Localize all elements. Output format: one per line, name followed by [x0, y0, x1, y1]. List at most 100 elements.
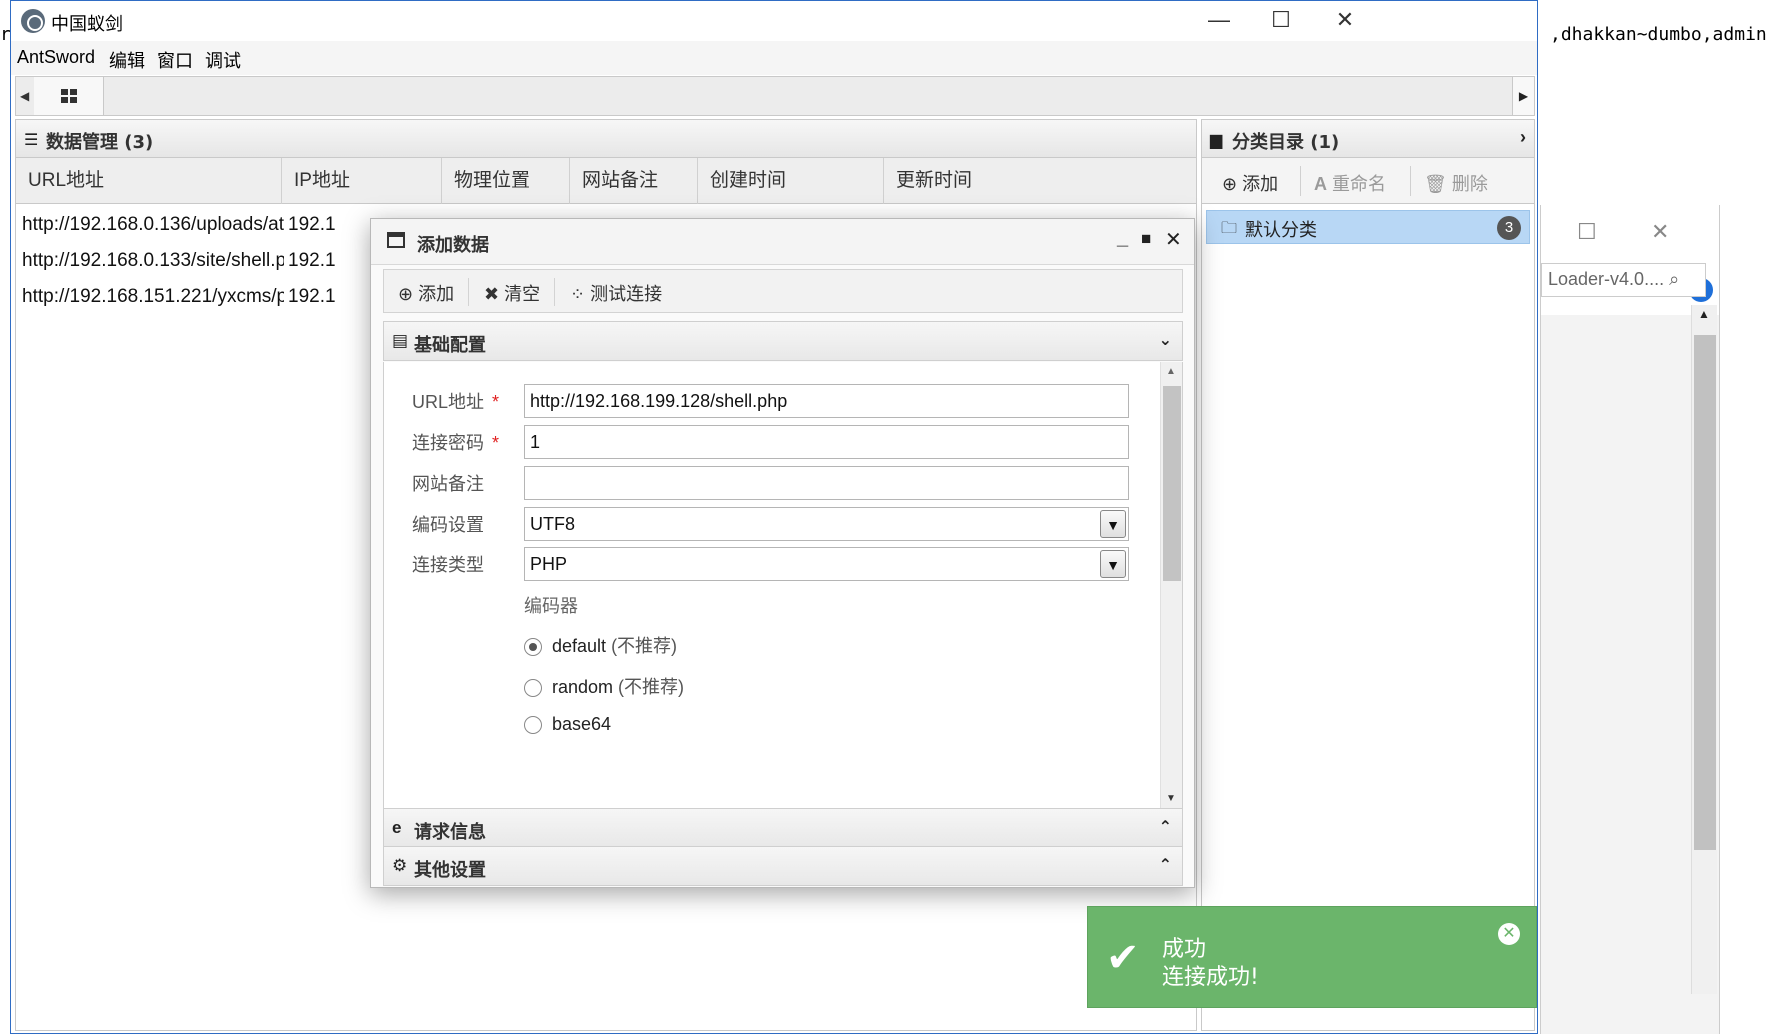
column-location[interactable]: 物理位置 — [442, 158, 570, 204]
close-button[interactable]: ✕ — [1325, 7, 1365, 33]
category-panel: ▆ 分类目录 (1) › ⊕ 添加 A 重命名 🗑 删除 🗀 默认分类 3 — [1201, 119, 1535, 1031]
password-label-text: 连接密码 — [412, 433, 484, 453]
url-input[interactable] — [524, 384, 1129, 418]
url-label-text: URL地址 — [412, 392, 485, 412]
section-request-label: 请求信息 — [414, 822, 486, 843]
section-other-settings[interactable]: ⚙ 其他设置 ⌃ — [383, 846, 1183, 886]
toolbar-separator — [1300, 166, 1301, 196]
column-ip[interactable]: IP地址 — [282, 158, 442, 204]
category-rename-label: 重命名 — [1332, 174, 1387, 194]
dialog-add-button[interactable]: ⊕ 添加 — [398, 280, 454, 306]
password-input[interactable] — [524, 425, 1129, 459]
encoder-random-name: random — [552, 677, 614, 697]
background-scrollbar[interactable]: ▲ — [1691, 305, 1717, 994]
folder-open-icon: 🗀 — [1221, 220, 1238, 237]
cell-ip: 192.1 — [288, 250, 336, 271]
scroll-up-icon[interactable]: ▲ — [1166, 366, 1176, 377]
encoder-option-default[interactable]: default (不推荐) — [524, 632, 677, 658]
success-toast: ✔ 成功 连接成功! ✕ — [1087, 906, 1537, 1008]
menu-edit[interactable]: 编辑 — [109, 47, 145, 73]
dialog-test-label: 测试连接 — [590, 284, 663, 304]
radio-button[interactable] — [524, 638, 542, 657]
maximize-button[interactable]: ☐ — [1261, 7, 1301, 33]
antsword-logo-icon — [21, 9, 45, 33]
title-bar: 中国蚁剑 — ☐ ✕ — [11, 1, 1537, 41]
form-scrollbar[interactable]: ▲ ▼ — [1160, 362, 1182, 808]
count-badge: 3 — [1497, 216, 1521, 240]
category-toolbar: ⊕ 添加 A 重命名 🗑 删除 — [1202, 158, 1534, 204]
dialog-clear-button[interactable]: ✖ 清空 — [484, 280, 540, 306]
dialog-maximize-icon[interactable]: ■ — [1141, 229, 1151, 249]
background-window: ☐ ✕ ⌵ ? Loader-v4.0.... ⌕ ▲ — [1540, 205, 1720, 1034]
tab-scroll-left-icon[interactable]: ◀ — [20, 89, 29, 103]
basic-config-form: URL地址 * 连接密码 * 网站备注 编码设置 UTF8 ▼ 连接类型 PHP ▼… — [383, 362, 1183, 808]
dialog-close-icon[interactable]: ✕ — [1165, 227, 1182, 252]
column-created[interactable]: 创建时间 — [698, 158, 884, 204]
chevron-down-icon[interactable]: ▼ — [1100, 550, 1126, 578]
section-request-info[interactable]: e 请求信息 ⌃ — [383, 808, 1183, 848]
required-mark: * — [492, 392, 500, 412]
menu-debug[interactable]: 调试 — [205, 47, 241, 73]
radio-button[interactable] — [524, 716, 542, 735]
encoder-option-base64[interactable]: base64 — [524, 714, 611, 735]
menu-bar: AntSword 编辑 窗口 调试 — [11, 41, 1537, 75]
radio-button[interactable] — [524, 679, 542, 698]
gears-icon: ⚙ — [392, 856, 408, 875]
category-add-label: 添加 — [1242, 174, 1279, 194]
dialog-add-label: 添加 — [418, 284, 455, 304]
window-icon — [387, 232, 405, 248]
encoder-random-note: (不推荐) — [618, 677, 685, 697]
scroll-down-icon[interactable]: ▼ — [1166, 793, 1176, 804]
toast-message: 连接成功! — [1162, 965, 1259, 990]
dialog-clear-label: 清空 — [504, 284, 541, 304]
data-panel-title: 数据管理 (3) — [46, 132, 154, 153]
toast-close-icon[interactable]: ✕ — [1498, 923, 1520, 945]
cell-url: http://192.168.0.133/site/shell.ph — [22, 250, 284, 271]
dialog-minimize-icon[interactable]: _ — [1117, 227, 1128, 250]
chevron-right-icon[interactable]: › — [1520, 127, 1526, 148]
spinner-icon: ⁘ — [570, 284, 586, 304]
encoder-base64-name: base64 — [552, 714, 612, 734]
minimize-button[interactable]: — — [1199, 7, 1239, 33]
column-updated[interactable]: 更新时间 — [884, 158, 1196, 204]
ie-icon: e — [392, 818, 402, 837]
encoder-option-random[interactable]: random (不推荐) — [524, 673, 684, 699]
section-basic-label: 基础配置 — [414, 335, 486, 356]
column-note[interactable]: 网站备注 — [570, 158, 698, 204]
scroll-thumb[interactable] — [1163, 386, 1181, 581]
column-url[interactable]: URL地址 — [16, 158, 282, 204]
plus-circle-icon: ⊕ — [1222, 174, 1238, 194]
note-input[interactable] — [524, 466, 1129, 500]
category-add-button[interactable]: ⊕ 添加 — [1222, 170, 1278, 196]
connection-type-select[interactable]: PHP ▼ — [524, 547, 1129, 581]
category-delete-button[interactable]: 🗑 删除 — [1424, 170, 1488, 196]
section-other-label: 其他设置 — [414, 860, 486, 881]
section-basic-config[interactable]: ▤ 基础配置 ⌄ — [383, 321, 1183, 361]
folder-icon: ▆ — [1210, 132, 1223, 149]
close-icon[interactable]: ✕ — [1651, 219, 1669, 245]
category-item-default[interactable]: 🗀 默认分类 3 — [1206, 210, 1530, 244]
menu-window[interactable]: 窗口 — [157, 47, 193, 73]
tab-home[interactable] — [34, 77, 104, 115]
tab-scroll-right-icon[interactable]: ▶ — [1512, 77, 1534, 115]
background-window-titlebar: ☐ ✕ — [1541, 205, 1719, 265]
cell-ip: 192.1 — [288, 286, 336, 307]
category-rename-button[interactable]: A 重命名 — [1314, 170, 1386, 196]
dialog-test-connection-button[interactable]: ⁘ 测试连接 — [570, 280, 662, 306]
toolbar-separator — [554, 278, 555, 306]
toolbar-separator — [1410, 166, 1411, 196]
chevron-down-icon[interactable]: ▼ — [1100, 510, 1126, 538]
encoder-default-name: default — [552, 636, 607, 656]
encoder-default-note: (不推荐) — [611, 636, 678, 656]
data-grid-header: URL地址 IP地址 物理位置 网站备注 创建时间 更新时间 — [16, 158, 1196, 204]
category-panel-header: ▆ 分类目录 (1) › — [1202, 120, 1534, 158]
search-icon[interactable]: ⌕ — [1669, 269, 1679, 289]
search-input[interactable]: Loader-v4.0.... ⌕ — [1541, 263, 1706, 297]
maximize-icon[interactable]: ☐ — [1577, 219, 1597, 245]
menu-antsword[interactable]: AntSword — [17, 47, 95, 68]
tab-bar: ◀ ▶ — [15, 76, 1535, 116]
encoding-select[interactable]: UTF8 ▼ — [524, 507, 1129, 541]
scroll-up-icon[interactable]: ▲ — [1698, 307, 1710, 321]
scroll-thumb[interactable] — [1694, 335, 1716, 850]
file-icon: ▤ — [392, 331, 409, 350]
